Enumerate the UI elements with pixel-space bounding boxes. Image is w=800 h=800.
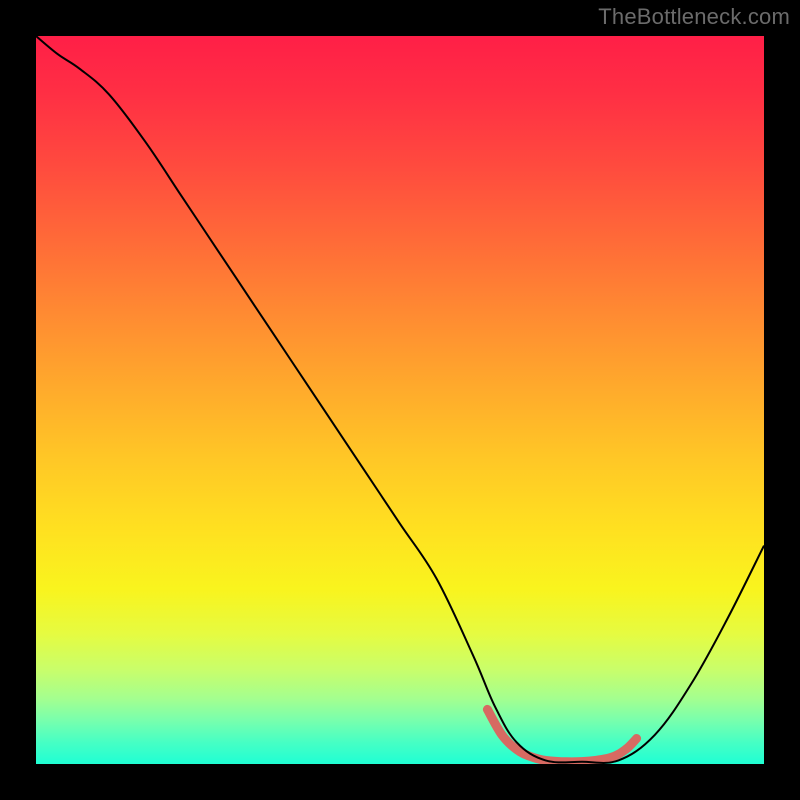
highlight-segment bbox=[487, 709, 636, 761]
watermark-text: TheBottleneck.com bbox=[598, 4, 790, 30]
chart-frame: TheBottleneck.com bbox=[0, 0, 800, 800]
bottleneck-curve bbox=[36, 36, 764, 763]
plot-area bbox=[36, 36, 764, 764]
curve-layer bbox=[36, 36, 764, 764]
